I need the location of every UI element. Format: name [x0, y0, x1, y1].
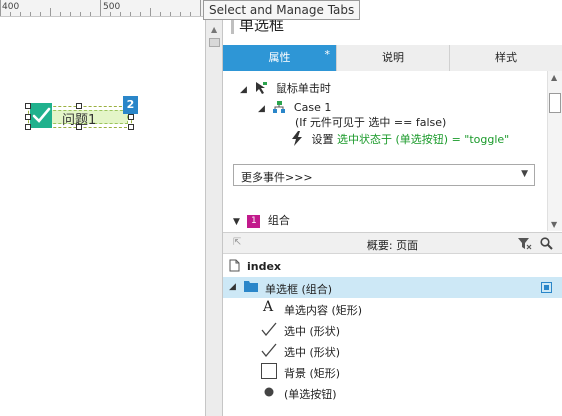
more-events-dropdown[interactable]: 更多事件>>> ▼ [233, 164, 535, 186]
more-events-label: 更多事件>>> [241, 171, 313, 184]
outline-item[interactable]: 背景 (矩形) [223, 361, 562, 382]
scrollbar-thumb[interactable] [549, 93, 561, 113]
outline-title: 概要: 页面 [366, 239, 419, 252]
ruler-mark-500: 500 [103, 2, 121, 12]
action-detail: 选中状态于 (单选按钮) = "toggle" [337, 133, 510, 146]
selection-marker-icon[interactable] [541, 282, 552, 293]
group-row[interactable]: ▼ 1 组合 [233, 212, 290, 228]
group-label: 组合 [267, 214, 290, 227]
event-trigger-label: 鼠标单击时 [275, 82, 331, 95]
scroll-up-icon[interactable]: ▲ [551, 73, 557, 82]
case-row[interactable]: ◢ Case 1 [258, 100, 331, 114]
inspector-panel: 单选框 属性 * 说明 样式 ◢ 鼠标单击时 ◢ Case 1 (If 元件可见… [223, 0, 562, 416]
resize-handle[interactable] [25, 124, 31, 130]
resize-handle[interactable] [25, 114, 31, 120]
tab-label: 样式 [495, 51, 517, 64]
tab-label: 说明 [382, 51, 404, 64]
resize-handle[interactable] [76, 124, 82, 130]
resize-handle[interactable] [76, 103, 82, 109]
folder-icon [244, 281, 258, 292]
events-scrollbar[interactable]: ▲ ▼ [547, 71, 562, 231]
search-icon[interactable] [540, 237, 553, 250]
tab-properties[interactable]: 属性 * [223, 45, 337, 71]
resize-handle[interactable] [128, 114, 134, 120]
case-condition: (If 元件可见于 选中 == false) [295, 116, 447, 129]
outline-header: ⇱ 概要: 页面 [223, 232, 562, 254]
outline-item-label: 单选内容 (矩形) [284, 304, 363, 317]
tab-style[interactable]: 样式 [450, 45, 562, 71]
tooltip: Select and Manage Tabs [203, 0, 361, 20]
outline-item[interactable]: A 单选内容 (矩形) [223, 298, 562, 319]
group-count-badge: 1 [247, 214, 261, 228]
interaction-events: ◢ 鼠标单击时 ◢ Case 1 (If 元件可见于 选中 == false) … [223, 71, 562, 231]
tab-label: 属性 [268, 51, 291, 64]
collapse-triangle-icon[interactable]: ◢ [258, 104, 265, 114]
case-name: Case 1 [293, 101, 332, 114]
chevron-down-icon: ▼ [521, 169, 528, 179]
text-icon: A [263, 299, 274, 315]
horizontal-ruler: 400 500 [0, 0, 205, 17]
outline-item-label: (单选按钮) [284, 388, 337, 401]
chevron-down-icon[interactable]: ▼ [233, 217, 240, 227]
scroll-up-icon[interactable]: ▲ [211, 25, 217, 34]
collapse-triangle-icon[interactable]: ◢ [229, 282, 236, 292]
tab-notes[interactable]: 说明 [337, 45, 450, 71]
resize-handle[interactable] [25, 103, 31, 109]
canvas-vertical-scrollbar[interactable]: ▲ [205, 0, 223, 416]
checkmark-icon [261, 343, 277, 357]
outline-item[interactable]: 选中 (形状) [223, 340, 562, 361]
filter-icon[interactable] [518, 238, 532, 250]
outline-item-label: 选中 (形状) [284, 346, 341, 359]
action-row[interactable]: 设置 选中状态于 (单选按钮) = "toggle" [291, 131, 509, 147]
scroll-down-icon[interactable]: ▼ [551, 220, 557, 229]
outline-item-label: 单选框 (组合) [265, 283, 333, 296]
dot-icon [264, 387, 274, 397]
rectangle-icon [261, 363, 277, 379]
checkbox-checked-icon[interactable] [30, 103, 52, 128]
unsaved-marker: * [324, 48, 331, 61]
ruler-mark-400: 400 [2, 2, 20, 12]
case-tree-icon [273, 101, 286, 113]
outline-item-label: 背景 (矩形) [284, 367, 341, 380]
widget-count-badge: 2 [123, 96, 138, 114]
radio-widget[interactable]: 问题1 [25, 103, 134, 130]
event-row-click[interactable]: ◢ 鼠标单击时 [240, 80, 331, 96]
outline-item-label: 选中 (形状) [284, 325, 341, 338]
cursor-click-icon [256, 82, 268, 94]
page-name: index [247, 260, 282, 273]
outline-page-row[interactable]: index [223, 256, 562, 277]
action-prefix: 设置 [311, 133, 337, 146]
page-icon [229, 259, 240, 272]
lightning-icon [292, 131, 302, 146]
outline-item[interactable]: ◢ 单选框 (组合) [223, 277, 562, 298]
design-canvas[interactable]: 400 500 问题1 2 [0, 0, 205, 416]
outline-item[interactable]: 选中 (形状) [223, 319, 562, 340]
scrollbar-thumb[interactable] [209, 38, 220, 47]
resize-handle[interactable] [128, 124, 134, 130]
inspector-tabs: 属性 * 说明 样式 [223, 45, 562, 71]
outline-item[interactable]: (单选按钮) [223, 382, 562, 403]
checkmark-icon [261, 322, 277, 336]
collapse-triangle-icon[interactable]: ◢ [240, 85, 247, 95]
